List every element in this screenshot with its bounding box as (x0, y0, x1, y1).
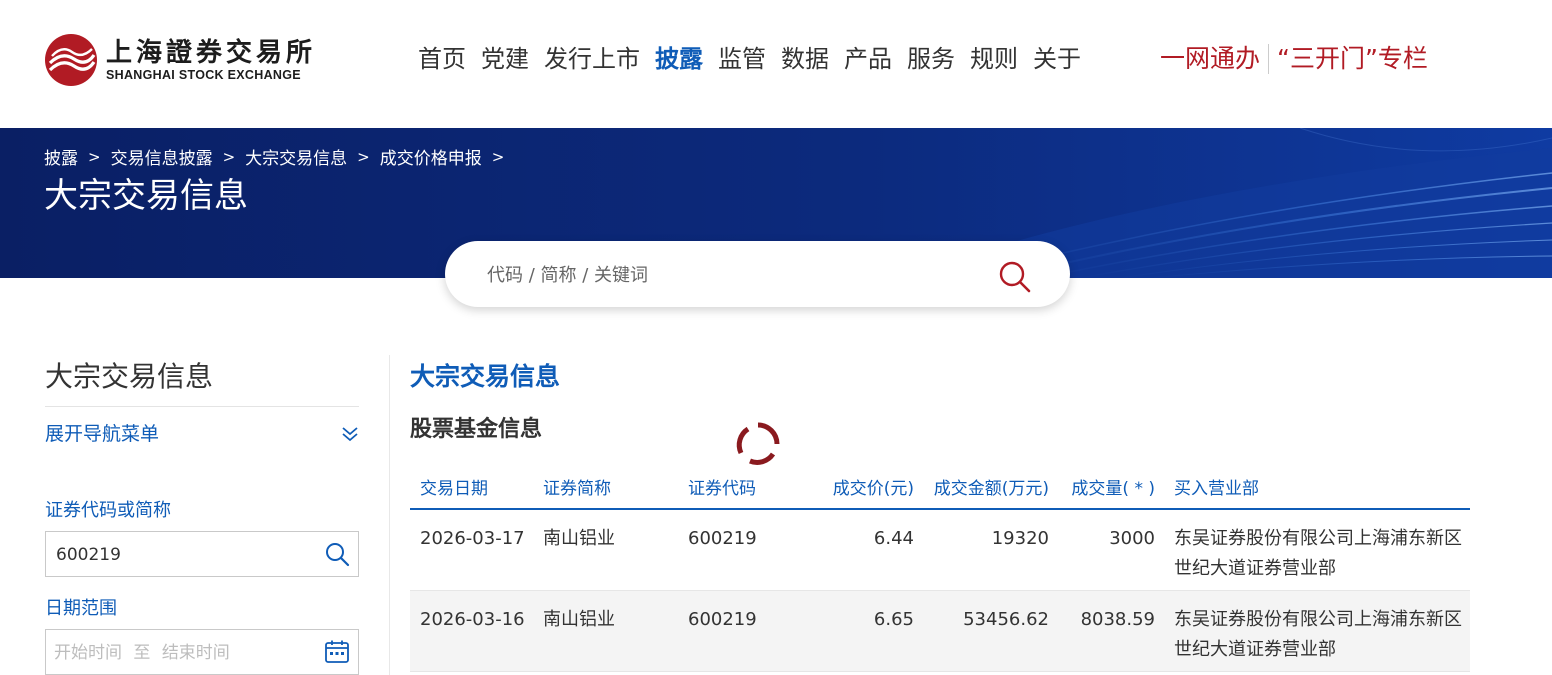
chevron-right-icon: > (222, 147, 236, 166)
cell-name: 南山铝业 (543, 528, 615, 549)
column-header-buyer[interactable]: 买入营业部 (1174, 477, 1259, 501)
special-links: 一网通办 “三开门”专栏 (1160, 40, 1428, 78)
search-input[interactable] (485, 258, 989, 292)
double-chevron-down-icon (342, 427, 358, 442)
chevron-right-icon: > (491, 147, 505, 166)
security-code-field (45, 531, 359, 577)
cell-name: 南山铝业 (543, 609, 615, 630)
search-icon[interactable] (996, 258, 1032, 294)
nav-party[interactable]: 党建 (481, 40, 529, 78)
nav-listing[interactable]: 发行上市 (544, 40, 640, 78)
cell-date: 2026-03-17 (420, 528, 525, 549)
chevron-right-icon: > (357, 147, 370, 166)
column-header-date[interactable]: 交易日期 (420, 477, 488, 501)
three-open-doors-link[interactable]: “三开门”专栏 (1277, 40, 1428, 78)
calendar-icon[interactable] (324, 639, 350, 665)
date-start-placeholder: 开始时间 (54, 643, 122, 663)
cell-price: 6.65 (873, 609, 914, 630)
nav-about[interactable]: 关于 (1033, 40, 1081, 78)
breadcrumb-disclosure[interactable]: 披露 (44, 144, 78, 169)
cell-volume: 3000 (1109, 528, 1155, 549)
site-search (445, 241, 1070, 307)
expand-nav-menu-button[interactable]: 展开导航菜单 (45, 419, 359, 449)
date-to-text: 至 (133, 643, 151, 663)
date-range-display: 开始时间 至 结束时间 (54, 641, 230, 665)
nav-supervision[interactable]: 监管 (718, 40, 766, 78)
loading-spinner-icon (736, 422, 780, 465)
logo-chinese-name: 上海證券交易所 (106, 38, 317, 68)
table-row: 2026-03-16 南山铝业 600219 6.65 53456.62 803… (410, 591, 1470, 672)
search-icon[interactable] (324, 541, 350, 567)
security-code-label: 证券代码或简称 (45, 500, 171, 521)
column-header-code[interactable]: 证券代码 (688, 477, 756, 501)
section-title: 大宗交易信息 (410, 362, 561, 391)
column-header-name[interactable]: 证券简称 (543, 477, 611, 501)
breadcrumb-trading-info[interactable]: 交易信息披露 (111, 144, 213, 169)
nav-data[interactable]: 数据 (781, 40, 829, 78)
column-header-amount[interactable]: 成交金额(万元) (925, 477, 1049, 501)
site-header: 上海證券交易所 SHANGHAI STOCK EXCHANGE 首页 党建 发行… (0, 0, 1552, 128)
nav-disclosure[interactable]: 披露 (655, 40, 703, 78)
date-range-field[interactable]: 开始时间 至 结束时间 (45, 629, 359, 675)
date-range-label: 日期范围 (45, 598, 117, 619)
expand-nav-menu-label: 展开导航菜单 (45, 423, 160, 445)
date-end-placeholder: 结束时间 (161, 643, 230, 663)
sse-logo[interactable]: 上海證券交易所 SHANGHAI STOCK EXCHANGE (44, 32, 316, 88)
table-row: 2026-03-17 南山铝业 600219 6.44 19320 3000 东… (410, 510, 1470, 591)
sse-logo-mark-icon (45, 34, 97, 86)
sidebar-separator (389, 355, 390, 675)
nav-services[interactable]: 服务 (907, 40, 955, 78)
sidebar-title: 大宗交易信息 (45, 360, 214, 393)
table-subtitle: 股票基金信息 (410, 417, 543, 442)
cell-buyer: 东吴证券股份有限公司上海浦东新区世纪大道证券营业部 (1174, 528, 1462, 579)
cell-amount: 19320 (991, 528, 1049, 549)
cell-buyer: 东吴证券股份有限公司上海浦东新区世纪大道证券营业部 (1174, 609, 1462, 660)
main-nav: 首页 党建 发行上市 披露 监管 数据 产品 服务 规则 关于 (418, 40, 1081, 78)
cell-amount: 53456.62 (963, 609, 1049, 630)
breadcrumb-block-trade[interactable]: 大宗交易信息 (245, 144, 347, 169)
page-title: 大宗交易信息 (44, 176, 248, 216)
cell-price: 6.44 (873, 528, 914, 549)
cell-date: 2026-03-16 (420, 609, 525, 630)
chevron-right-icon: > (88, 147, 101, 166)
cell-code: 600219 (688, 609, 757, 630)
security-code-input[interactable] (54, 542, 308, 568)
column-header-volume[interactable]: 成交量( * ) (1060, 477, 1155, 501)
breadcrumb-price-report[interactable]: 成交价格申报 (380, 144, 482, 169)
breadcrumb: 披露 > 交易信息披露 > 大宗交易信息 > 成交价格申报 > (44, 144, 514, 170)
table-header: 交易日期 证券简称 证券代码 成交价(元) 成交金额(万元) 成交量( * ) … (410, 470, 1470, 510)
nav-home[interactable]: 首页 (418, 40, 466, 78)
nav-rules[interactable]: 规则 (970, 40, 1018, 78)
nav-products[interactable]: 产品 (844, 40, 892, 78)
cell-volume: 8038.59 (1080, 609, 1155, 630)
sidebar-divider (45, 406, 359, 407)
special-divider (1268, 44, 1270, 74)
cell-code: 600219 (688, 528, 757, 549)
column-header-price[interactable]: 成交价(元) (810, 477, 914, 501)
one-stop-service-link[interactable]: 一网通办 (1160, 40, 1260, 78)
logo-english-name: SHANGHAI STOCK EXCHANGE (106, 68, 301, 82)
